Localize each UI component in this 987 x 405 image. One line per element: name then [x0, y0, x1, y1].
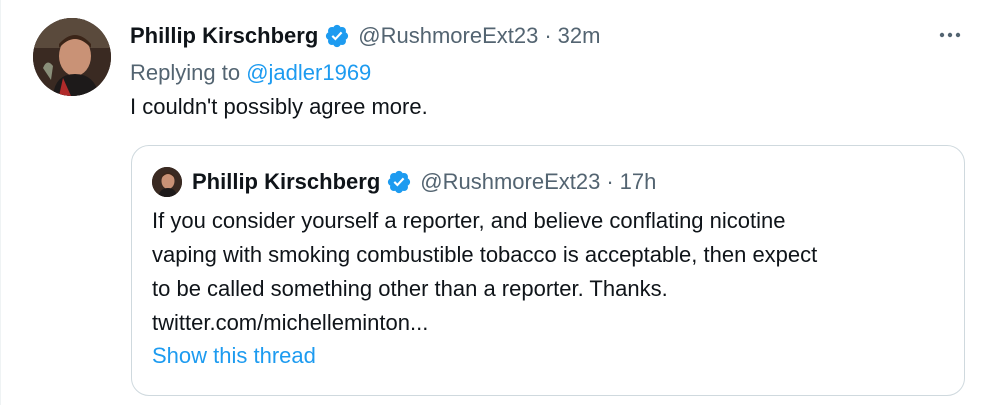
separator-dot: ·: [544, 23, 552, 48]
replying-to: Replying to @jadler1969: [130, 60, 371, 86]
avatar-image: [33, 18, 111, 96]
quoted-text-line: to be called something other than a repo…: [152, 276, 668, 301]
more-options-button[interactable]: [935, 20, 965, 50]
verified-badge-icon: [326, 24, 349, 48]
quoted-timestamp: 17h: [619, 169, 657, 194]
tweet-timestamp[interactable]: 32m: [558, 23, 601, 49]
verified-badge-icon: [388, 170, 411, 194]
quoted-tweet-text: If you consider yourself a reporter, and…: [152, 204, 942, 340]
quoted-text-line: If you consider yourself a reporter, and…: [152, 208, 786, 233]
quoted-text-link[interactable]: twitter.com/michelleminton...: [152, 306, 942, 340]
quoted-author-name: Phillip Kirschberg: [192, 169, 381, 194]
quoted-tweet-card[interactable]: Phillip Kirschberg @RushmoreExt23 · 17h …: [131, 145, 965, 396]
tweet-text: I couldn't possibly agree more.: [130, 94, 428, 119]
replying-prefix: Replying to: [130, 60, 241, 85]
quoted-text-line: vaping with smoking combustible tobacco …: [152, 242, 818, 267]
quoted-avatar: [152, 167, 182, 197]
timeline-divider: [0, 0, 1, 405]
quoted-tweet-header: Phillip Kirschberg @RushmoreExt23 · 17h: [152, 166, 656, 198]
more-horizontal-icon: [939, 32, 961, 38]
author-handle[interactable]: @RushmoreExt23: [358, 23, 538, 49]
author-name[interactable]: Phillip Kirschberg: [130, 23, 318, 49]
quoted-author-handle: @RushmoreExt23: [420, 169, 601, 194]
show-thread-link[interactable]: Show this thread: [152, 343, 316, 369]
tweet-header: Phillip Kirschberg @RushmoreExt23 · 32m: [130, 21, 600, 51]
replying-to-link[interactable]: @jadler1969: [246, 60, 371, 85]
separator-dot: ·: [606, 169, 614, 194]
avatar[interactable]: [33, 18, 111, 96]
quoted-avatar-image: [152, 167, 182, 197]
